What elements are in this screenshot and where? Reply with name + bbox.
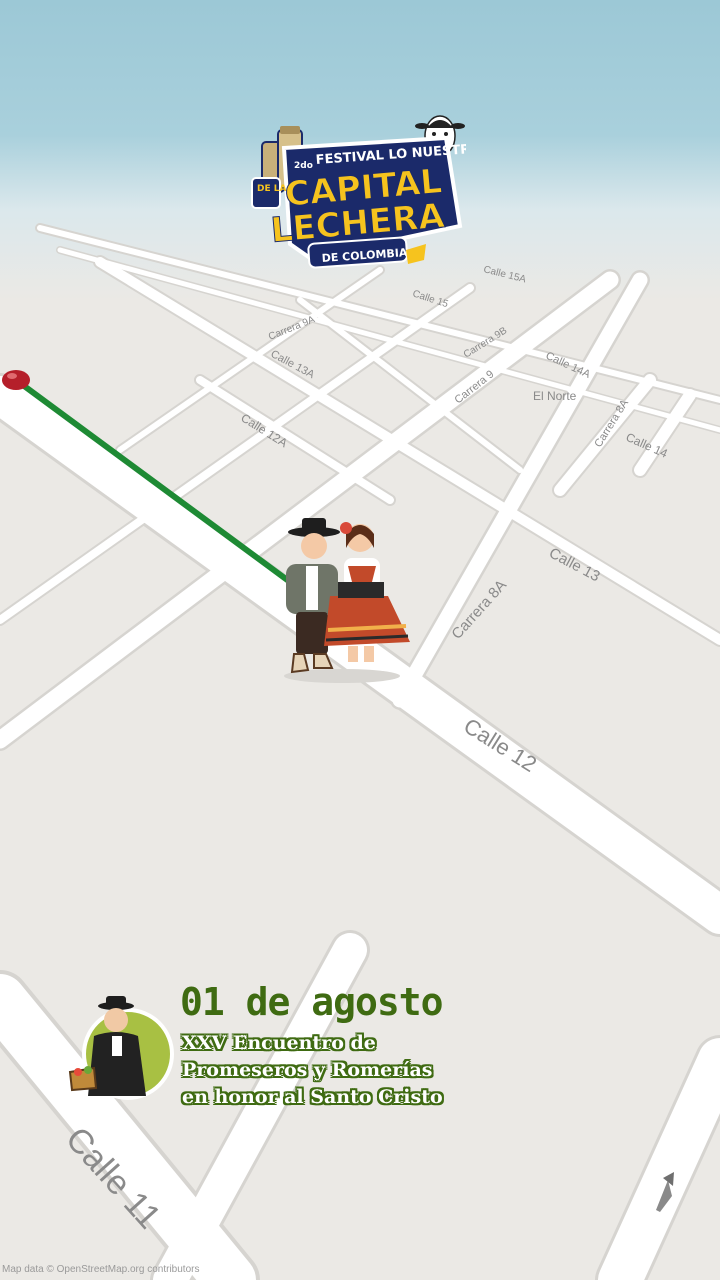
map-stage[interactable]: Calle 15A Calle 15 Carrera 9A Carrera 9B… — [0, 0, 720, 1280]
start-marker[interactable] — [2, 370, 30, 390]
logo-de-la: DE LA — [257, 184, 286, 194]
road-network — [0, 223, 720, 1280]
event-title: XXV Encuentro de Promeseros y Romerías e… — [182, 1030, 482, 1111]
event-title-line-3: en honor al Santo Cristo — [182, 1086, 443, 1108]
event-title-line-1: XXV Encuentro de — [182, 1032, 376, 1054]
cheese-icon — [406, 244, 426, 264]
event-avatar — [64, 992, 176, 1104]
dancing-couple-illustration — [268, 510, 416, 685]
logo-ordinal: 2do — [294, 161, 313, 171]
label-carrera-9a: Carrera 9A — [267, 314, 317, 343]
map-attribution[interactable]: Map data © OpenStreetMap.org contributor… — [2, 1264, 199, 1275]
label-calle-15a: Calle 15A — [482, 264, 527, 285]
promesero-avatar-icon — [68, 996, 174, 1100]
couple-figure-icon — [284, 518, 410, 683]
event-date: 01 de agosto — [180, 980, 444, 1024]
label-calle-15: Calle 15 — [411, 288, 450, 310]
event-title-line-2: Promeseros y Romerías — [182, 1059, 433, 1081]
festival-logo: 2do FESTIVAL LO NUESTRO DE LA CAPITAL LE… — [250, 108, 482, 280]
festival-logo-graphic: 2do FESTIVAL LO NUESTRO DE LA CAPITAL LE… — [251, 115, 482, 269]
label-el-norte: El Norte — [533, 389, 577, 403]
